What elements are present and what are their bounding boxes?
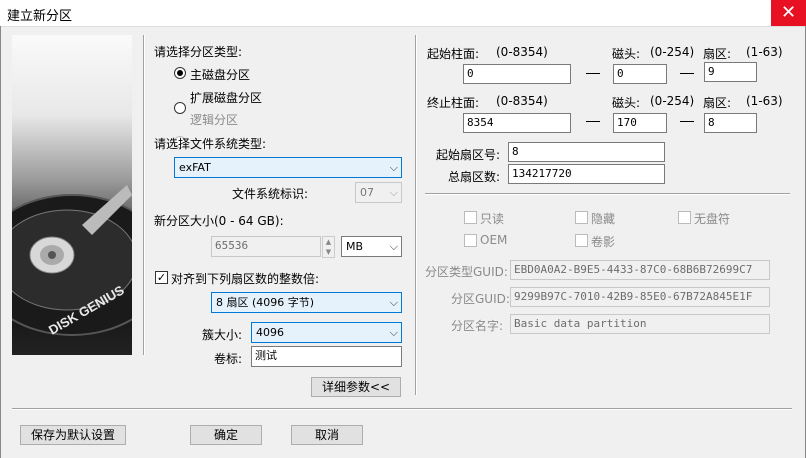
align-checkbox[interactable]: ✓: [155, 271, 168, 284]
start-sector-no-input[interactable]: 8: [508, 142, 665, 162]
start-sector-input[interactable]: 9: [704, 62, 757, 82]
chevron-down-icon: ⌵: [389, 186, 398, 199]
no-drive-letter-checkbox: [678, 211, 691, 224]
size-label: 新分区大小(0 - 64 GB):: [154, 214, 284, 228]
start-cylinder-range: (0-8354): [496, 45, 548, 59]
oem-checkbox: [464, 234, 477, 247]
save-default-button[interactable]: 保存为默认设置: [20, 425, 126, 445]
cluster-select[interactable]: 4096 ⌵: [251, 322, 402, 343]
hidden-label: 隐藏: [591, 212, 616, 226]
volume-label-label: 卷标:: [214, 352, 243, 366]
start-head-label: 磁头:: [612, 47, 641, 61]
cluster-value: 4096: [256, 326, 284, 339]
guid-label: 分区GUID:: [451, 292, 510, 306]
cluster-label: 簇大小:: [202, 328, 243, 342]
separator: [425, 193, 790, 195]
readonly-checkbox: [464, 211, 477, 224]
guid-input: 9299B97C-7010-42B9-85E0-67B72A845E1F: [510, 287, 770, 307]
end-cylinder-label: 终止柱面:: [427, 96, 480, 110]
volume-label-input[interactable]: 测试: [251, 346, 402, 367]
fs-type-label: 请选择文件系统类型:: [154, 137, 267, 151]
start-cylinder-input[interactable]: 0: [463, 64, 571, 84]
total-sectors-input[interactable]: 134217720: [508, 164, 665, 184]
fs-id-select: 07 ⌵: [355, 182, 402, 203]
start-sector-label: 扇区:: [703, 47, 732, 61]
size-unit-select[interactable]: MB ⌵: [341, 236, 402, 257]
size-unit-value: MB: [346, 240, 364, 253]
readonly-label: 只读: [480, 212, 505, 226]
end-head-input[interactable]: 170: [613, 113, 667, 133]
chevron-down-icon: ⌵: [389, 326, 398, 339]
ok-button[interactable]: 确定: [190, 425, 262, 445]
end-cylinder-input[interactable]: 8354: [463, 113, 571, 133]
fs-type-select[interactable]: exFAT ⌵: [174, 157, 402, 178]
shadow-label: 卷影: [591, 235, 616, 249]
shadow-checkbox: [575, 234, 588, 247]
details-button[interactable]: 详细参数<<: [311, 377, 401, 397]
partition-name-input: Basic data partition: [510, 314, 770, 334]
fs-type-value: exFAT: [179, 161, 211, 174]
radio-primary[interactable]: [174, 67, 186, 79]
start-cylinder-label: 起始柱面:: [427, 47, 480, 61]
separator: [415, 35, 417, 395]
type-guid-label: 分区类型GUID:: [425, 265, 508, 279]
no-drive-letter-label: 无盘符: [694, 212, 731, 226]
separator: [12, 408, 792, 410]
cancel-button[interactable]: 取消: [291, 425, 363, 445]
size-spinner[interactable]: ▲ ▼: [322, 236, 335, 258]
type-guid-input: EBD0A0A2-B9E5-4433-87C0-68B6B72699C7: [510, 260, 770, 280]
end-head-label: 磁头:: [612, 96, 641, 110]
oem-label: OEM: [480, 233, 508, 247]
hidden-checkbox: [575, 211, 588, 224]
title-bar: [0, 0, 806, 27]
radio-extended[interactable]: [174, 102, 186, 114]
dash: [680, 121, 694, 122]
radio-primary-label[interactable]: 主磁盘分区: [190, 66, 250, 83]
chevron-down-icon: ⌵: [389, 240, 398, 253]
start-head-input[interactable]: 0: [613, 64, 667, 84]
end-sector-range: (1-63): [746, 94, 783, 108]
dash: [680, 73, 694, 74]
chevron-down-icon: ⌵: [389, 296, 398, 309]
separator: [143, 35, 145, 355]
align-value: 8 扇区 (4096 字节): [216, 296, 315, 309]
radio-extended-label[interactable]: 扩展磁盘分区: [190, 89, 262, 106]
window-title: 建立新分区: [7, 9, 73, 24]
dash: [586, 73, 600, 74]
end-sector-input[interactable]: 8: [704, 113, 757, 133]
end-sector-label: 扇区:: [703, 96, 732, 110]
fs-id-value: 07: [360, 186, 374, 199]
end-head-range: (0-254): [650, 94, 695, 108]
dash: [586, 121, 600, 122]
fs-id-label: 文件系统标识:: [232, 187, 309, 201]
align-select[interactable]: 8 扇区 (4096 字节) ⌵: [211, 292, 402, 313]
align-label[interactable]: 对齐到下列扇区数的整数倍:: [171, 270, 319, 287]
size-input[interactable]: 65536: [211, 236, 321, 257]
start-head-range: (0-254): [650, 45, 695, 59]
chevron-down-icon: ⌵: [389, 161, 398, 174]
start-sector-no-label: 起始扇区号:: [436, 148, 501, 162]
end-cylinder-range: (0-8354): [496, 94, 548, 108]
total-sectors-label: 总扇区数:: [448, 170, 501, 184]
close-icon[interactable]: ✕: [771, 0, 806, 26]
partition-type-label: 请选择分区类型:: [154, 45, 243, 59]
partition-name-label: 分区名字:: [451, 319, 504, 333]
disk-genius-artwork: DISK GENIUS: [12, 35, 132, 355]
hard-disk-icon: DISK GENIUS: [12, 185, 132, 338]
radio-logical-label: 逻辑分区: [190, 113, 239, 127]
start-sector-range: (1-63): [746, 45, 783, 59]
